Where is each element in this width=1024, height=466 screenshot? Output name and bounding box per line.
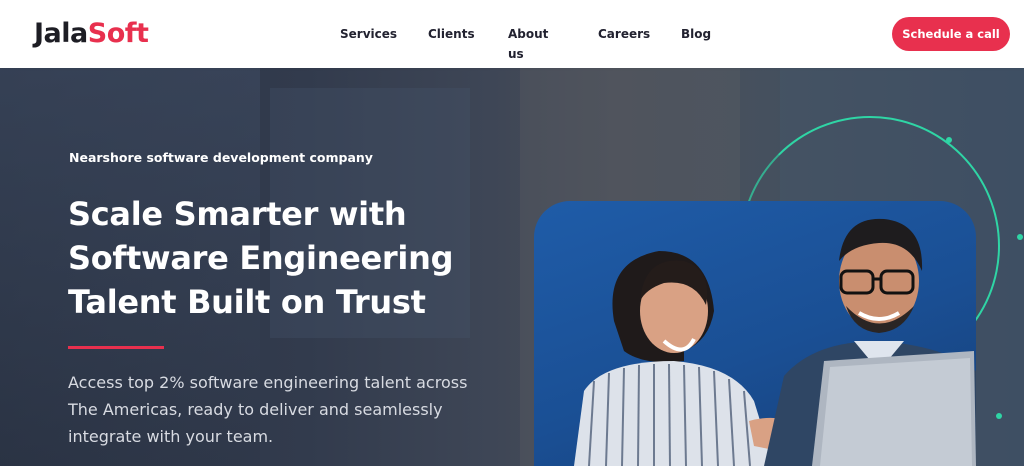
- hero-headline-line2: Software Engineering: [68, 239, 454, 277]
- hero-section: Nearshore software development company S…: [0, 68, 1024, 466]
- nav-services[interactable]: Services: [340, 24, 397, 44]
- jalasoft-logo[interactable]: JalaSoft: [34, 16, 149, 52]
- hero-headline-line3: Talent Built on Trust: [68, 283, 426, 321]
- team-photo-illustration: [574, 218, 976, 466]
- logo-text-soft: Soft: [87, 18, 149, 49]
- hero-photo-card: [534, 201, 976, 466]
- hero-headline-line1: Scale Smarter with: [68, 195, 407, 233]
- nav-careers[interactable]: Careers: [598, 24, 650, 44]
- nav-blog[interactable]: Blog: [681, 24, 711, 44]
- site-header: JalaSoft Services Clients About us Caree…: [0, 0, 1024, 68]
- hero-subtext-line2: The Americas, ready to deliver and seaml…: [68, 400, 443, 419]
- nav-clients[interactable]: Clients: [428, 24, 475, 44]
- hero-headline: Scale Smarter with Software Engineering …: [68, 192, 498, 324]
- decorative-dot: [996, 413, 1002, 419]
- decorative-dot: [946, 137, 952, 143]
- hero-eyebrow: Nearshore software development company: [69, 150, 373, 165]
- decorative-dot: [1017, 234, 1023, 240]
- hero-subtext: Access top 2% software engineering talen…: [68, 369, 508, 450]
- hero-subtext-line3: integrate with your team.: [68, 427, 274, 446]
- nav-about-us[interactable]: About us: [508, 24, 548, 64]
- headline-divider: [68, 346, 164, 349]
- hero-subtext-line1: Access top 2% software engineering talen…: [68, 373, 468, 392]
- schedule-call-button[interactable]: Schedule a call: [892, 17, 1010, 51]
- logo-text-jala: Jala: [34, 18, 88, 49]
